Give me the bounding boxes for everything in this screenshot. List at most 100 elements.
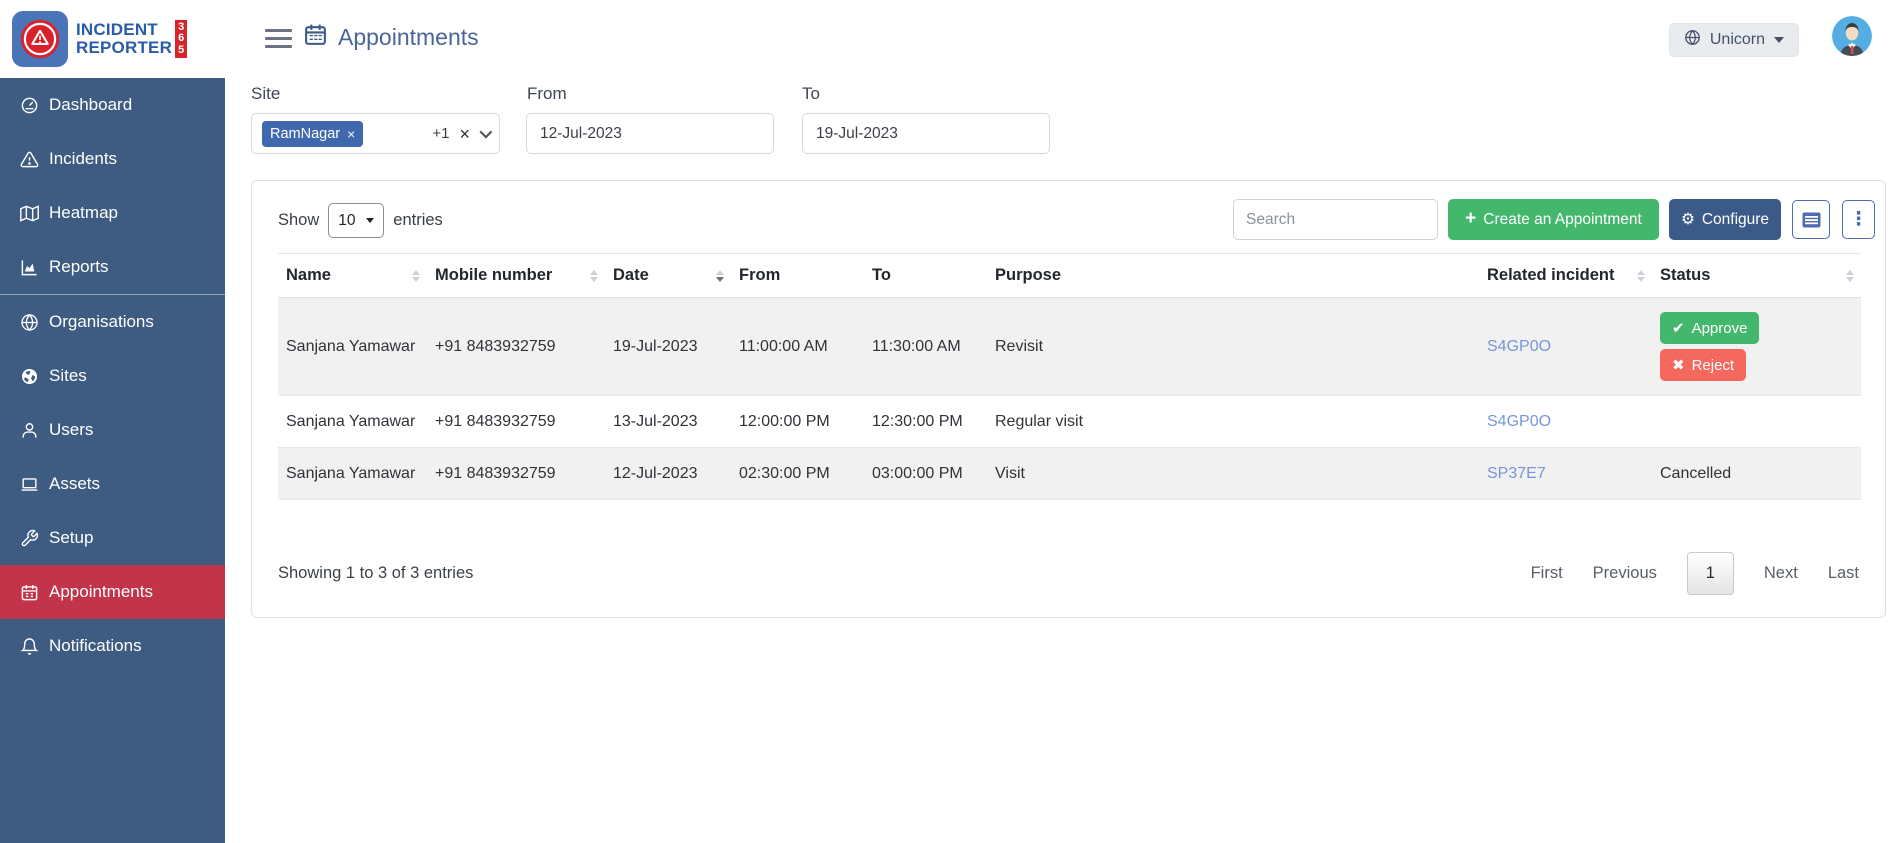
logo-warning-icon	[12, 11, 68, 67]
pagination-next[interactable]: Next	[1764, 564, 1798, 583]
pagination: First Previous 1 Next Last	[1531, 552, 1859, 595]
dashboard-icon	[19, 95, 39, 115]
clear-selection-icon[interactable]: ×	[459, 125, 470, 143]
sidebar-item-label: Heatmap	[49, 203, 118, 223]
cell-name: Sanjana Yamawar	[278, 448, 427, 500]
bell-icon	[19, 636, 39, 656]
sidebar-item-label: Incidents	[49, 149, 117, 169]
search-input[interactable]	[1233, 199, 1438, 240]
appointments-card: Show 10 entries + Create an Appointment …	[251, 180, 1886, 618]
map-icon	[19, 203, 39, 223]
entries-label: entries	[393, 211, 443, 230]
related-incident-link[interactable]: S4GP0O	[1487, 413, 1551, 430]
cell-status: ✔Approve ✖Reject	[1652, 298, 1861, 396]
cell-related-incident: S4GP0O	[1479, 298, 1652, 396]
sidebar-item-incidents[interactable]: Incidents	[0, 132, 225, 186]
sidebar-item-reports[interactable]: Reports	[0, 240, 225, 294]
create-appointment-button[interactable]: + Create an Appointment	[1448, 199, 1659, 240]
calendar-icon	[19, 582, 39, 602]
related-incident-link[interactable]: S4GP0O	[1487, 338, 1551, 355]
sidebar-item-label: Sites	[49, 366, 87, 386]
globe-icon	[19, 312, 39, 332]
sidebar-item-dashboard[interactable]: Dashboard	[0, 78, 225, 132]
cell-from: 11:00:00 AM	[731, 298, 864, 396]
page-size-select[interactable]: 10	[328, 203, 384, 238]
area-chart-icon	[19, 257, 39, 277]
sidebar-item-assets[interactable]: Assets	[0, 457, 225, 511]
cell-mobile: +91 8483932759	[427, 396, 605, 448]
column-visibility-button[interactable]	[1792, 200, 1830, 239]
table-row: Sanjana Yamawar +91 8483932759 13-Jul-20…	[278, 396, 1861, 448]
related-incident-link[interactable]: SP37E7	[1487, 465, 1546, 482]
sidebar-item-setup[interactable]: Setup	[0, 511, 225, 565]
sidebar-item-appointments[interactable]: Appointments	[0, 565, 225, 619]
column-header-mobile[interactable]: Mobile number	[427, 254, 605, 298]
sort-icon	[1846, 270, 1854, 282]
check-icon: ✔	[1672, 319, 1685, 337]
sidebar-item-notifications[interactable]: Notifications	[0, 619, 225, 673]
pagination-current-page[interactable]: 1	[1687, 552, 1734, 595]
column-header-purpose[interactable]: Purpose	[987, 254, 1479, 298]
from-filter-label: From	[527, 84, 567, 104]
brand-text: INCIDENT REPORTER 365	[76, 20, 187, 59]
pagination-previous[interactable]: Previous	[1593, 564, 1657, 583]
column-header-related-incident[interactable]: Related incident	[1479, 254, 1652, 298]
cell-related-incident: SP37E7	[1479, 448, 1652, 500]
table-row: Sanjana Yamawar +91 8483932759 19-Jul-20…	[278, 298, 1861, 396]
page-title-calendar-icon	[303, 22, 328, 52]
app-logo[interactable]: INCIDENT REPORTER 365	[0, 0, 225, 78]
column-header-to[interactable]: To	[864, 254, 987, 298]
incident-reporter-app: Dashboard Incidents Heatmap Reports	[0, 0, 1896, 843]
menu-toggle-icon[interactable]	[265, 29, 292, 48]
user-avatar[interactable]	[1832, 16, 1872, 56]
cell-mobile: +91 8483932759	[427, 448, 605, 500]
sidebar-item-users[interactable]: Users	[0, 403, 225, 457]
org-selector[interactable]: Unicorn	[1669, 23, 1799, 57]
chevron-down-icon[interactable]	[480, 126, 493, 139]
cell-status: Cancelled	[1652, 448, 1861, 500]
cell-to: 12:30:00 PM	[864, 396, 987, 448]
org-name: Unicorn	[1710, 31, 1765, 49]
column-header-date[interactable]: Date	[605, 254, 731, 298]
chevron-down-icon	[1774, 37, 1784, 43]
cell-to: 11:30:00 AM	[864, 298, 987, 396]
sort-icon	[590, 270, 598, 282]
cell-purpose: Regular visit	[987, 396, 1479, 448]
remove-tag-icon[interactable]: ×	[347, 126, 355, 142]
site-globe-icon	[19, 366, 39, 386]
pagination-last[interactable]: Last	[1828, 564, 1859, 583]
to-date-input[interactable]	[802, 113, 1050, 154]
column-header-name[interactable]: Name	[278, 254, 427, 298]
page-size-value: 10	[338, 212, 355, 230]
sidebar-item-sites[interactable]: Sites	[0, 349, 225, 403]
vertical-ellipsis-icon: ⋮	[1849, 210, 1868, 229]
entries-info: Showing 1 to 3 of 3 entries	[278, 564, 473, 583]
sidebar-item-label: Assets	[49, 474, 100, 494]
sidebar-item-label: Reports	[49, 257, 109, 277]
laptop-icon	[19, 474, 39, 494]
column-header-from[interactable]: From	[731, 254, 864, 298]
x-icon: ✖	[1672, 356, 1685, 374]
site-tag-label: RamNagar	[270, 126, 340, 142]
table-icon	[1802, 212, 1821, 228]
sidebar-item-label: Setup	[49, 528, 93, 548]
sidebar-item-organisations[interactable]: Organisations	[0, 295, 225, 349]
from-date-input[interactable]	[526, 113, 774, 154]
globe-icon	[1684, 29, 1701, 51]
cell-date: 19-Jul-2023	[605, 298, 731, 396]
sidebar-item-heatmap[interactable]: Heatmap	[0, 186, 225, 240]
pagination-first[interactable]: First	[1531, 564, 1563, 583]
more-options-button[interactable]: ⋮	[1842, 200, 1875, 239]
configure-button[interactable]: ⚙ Configure	[1669, 199, 1781, 240]
warning-triangle-icon	[19, 149, 39, 169]
sidebar: Dashboard Incidents Heatmap Reports	[0, 0, 225, 843]
reject-button[interactable]: ✖Reject	[1660, 349, 1746, 381]
site-filter-label: Site	[251, 84, 280, 104]
brand-line1: INCIDENT	[76, 21, 172, 39]
approve-button[interactable]: ✔Approve	[1660, 312, 1759, 344]
gear-icon: ⚙	[1681, 210, 1695, 229]
column-header-status[interactable]: Status	[1652, 254, 1861, 298]
site-multiselect[interactable]: RamNagar × +1 ×	[251, 113, 500, 154]
sidebar-item-label: Notifications	[49, 636, 142, 656]
cell-mobile: +91 8483932759	[427, 298, 605, 396]
